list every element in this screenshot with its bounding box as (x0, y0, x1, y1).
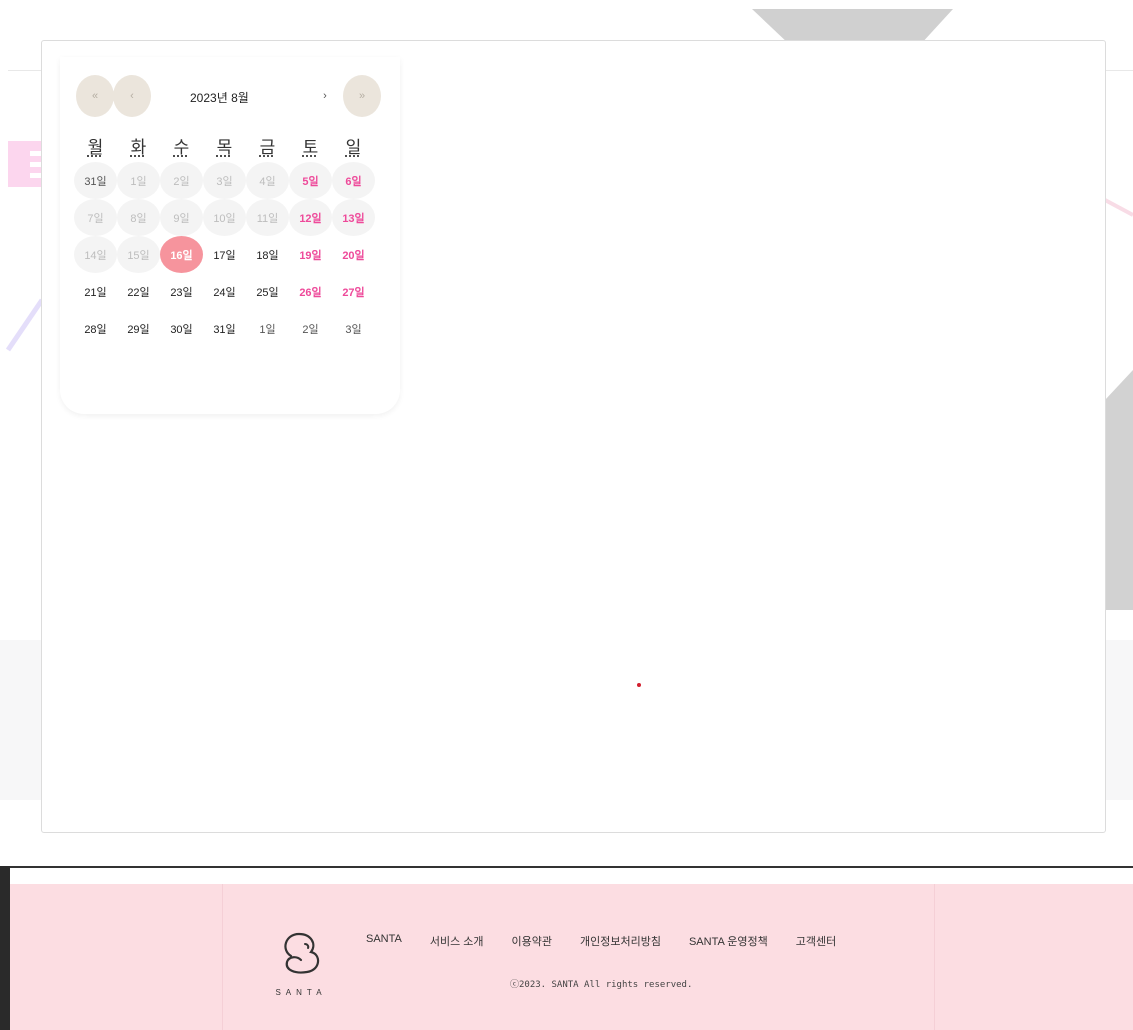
left-edge-bar (0, 866, 10, 1030)
calendar-day[interactable]: 1일 (246, 310, 289, 347)
calendar-day: 11일 (246, 199, 289, 236)
calendar-day: 15일 (117, 236, 160, 273)
weekday-label: 토 (302, 138, 319, 157)
calendar-day: 10일 (203, 199, 246, 236)
calendar-day[interactable]: 3일 (332, 310, 375, 347)
prev-year-button[interactable]: « (76, 75, 114, 117)
top-divider (8, 70, 42, 71)
footer-link-policy[interactable]: SANTA 운영정책 (689, 933, 768, 949)
footer-link-santa[interactable]: SANTA (366, 933, 402, 949)
copyright-text: ⓒ2023. SANTA All rights reserved. (510, 980, 693, 990)
calendar-day[interactable]: 21일 (74, 273, 117, 310)
calendar-day: 12일 (289, 199, 332, 236)
calendar-day[interactable]: 23일 (160, 273, 203, 310)
calendar-month-title: 2023년 8월 (190, 91, 249, 105)
calendar-day: 9일 (160, 199, 203, 236)
weekday-header: 월 화 수 목 금 토 일 (74, 133, 375, 158)
calendar-week: 14일 15일 16일 17일 18일 19일 20일 (74, 236, 375, 273)
calendar-day: 4일 (246, 162, 289, 199)
weekday-label: 월 (87, 138, 104, 157)
prev-month-button[interactable]: ‹ (113, 75, 151, 117)
calendar-day: 7일 (74, 199, 117, 236)
calendar-day: 1일 (117, 162, 160, 199)
weekday-label: 금 (259, 138, 276, 157)
top-divider (1105, 70, 1133, 71)
weekday-label: 일 (345, 138, 362, 157)
calendar-week: 21일 22일 23일 24일 25일 26일 27일 (74, 273, 375, 310)
weekday-label: 목 (216, 138, 233, 157)
calendar-day[interactable]: 18일 (246, 236, 289, 273)
calendar-week: 28일 29일 30일 31일 1일 2일 3일 (74, 310, 375, 347)
calendar-day: 6일 (332, 162, 375, 199)
calendar-day[interactable]: 31일 (203, 310, 246, 347)
calendar-day-selected[interactable]: 16일 (160, 236, 203, 273)
calendar-day[interactable]: 25일 (246, 273, 289, 310)
footer-link-privacy[interactable]: 개인정보처리방침 (580, 933, 661, 949)
calendar-day: 31일 (74, 162, 117, 199)
next-year-button[interactable]: » (343, 75, 381, 117)
calendar-day[interactable]: 2일 (289, 310, 332, 347)
calendar-day[interactable]: 17일 (203, 236, 246, 273)
calendar-day: 14일 (74, 236, 117, 273)
footer-link-terms[interactable]: 이용약관 (512, 933, 552, 949)
calendar-day[interactable]: 26일 (289, 273, 332, 310)
calendar-day: 2일 (160, 162, 203, 199)
footer-link-service[interactable]: 서비스 소개 (430, 933, 484, 949)
footer: SANTA SANTA 서비스 소개 이용약관 개인정보처리방침 SANTA 운… (10, 884, 1133, 1030)
calendar-day: 3일 (203, 162, 246, 199)
footer-links: SANTA 서비스 소개 이용약관 개인정보처리방침 SANTA 운영정책 고객… (366, 933, 864, 949)
menu-button[interactable] (8, 141, 50, 187)
footer-content: SANTA SANTA 서비스 소개 이용약관 개인정보처리방침 SANTA 운… (222, 884, 935, 1030)
next-month-button[interactable]: › (306, 75, 344, 117)
loading-dot-icon (637, 683, 641, 687)
calendar-day[interactable]: 19일 (289, 236, 332, 273)
logo-wordmark: SANTA (275, 988, 327, 997)
weekday-label: 화 (130, 138, 147, 157)
weekday-label: 수 (173, 138, 190, 157)
footer-divider (0, 866, 1133, 886)
calendar-day[interactable]: 20일 (332, 236, 375, 273)
calendar-day[interactable]: 27일 (332, 273, 375, 310)
santa-logo-icon (284, 932, 320, 974)
calendar-day[interactable]: 30일 (160, 310, 203, 347)
calendar-day: 8일 (117, 199, 160, 236)
calendar-modal: « ‹ 2023년 8월 › » 월 화 수 목 금 토 일 31일 1일 2일… (41, 40, 1106, 833)
calendar-grid: 31일 1일 2일 3일 4일 5일 6일 7일 8일 9일 10일 11일 1… (74, 162, 375, 347)
calendar-day[interactable]: 22일 (117, 273, 160, 310)
footer-link-support[interactable]: 고객센터 (796, 933, 836, 949)
calendar-day: 5일 (289, 162, 332, 199)
date-picker: « ‹ 2023년 8월 › » 월 화 수 목 금 토 일 31일 1일 2일… (60, 57, 400, 414)
santa-logo[interactable]: SANTA (271, 922, 331, 1002)
calendar-day: 13일 (332, 199, 375, 236)
calendar-day[interactable]: 28일 (74, 310, 117, 347)
calendar-day[interactable]: 29일 (117, 310, 160, 347)
calendar-week: 31일 1일 2일 3일 4일 5일 6일 (74, 162, 375, 199)
calendar-week: 7일 8일 9일 10일 11일 12일 13일 (74, 199, 375, 236)
calendar-day[interactable]: 24일 (203, 273, 246, 310)
